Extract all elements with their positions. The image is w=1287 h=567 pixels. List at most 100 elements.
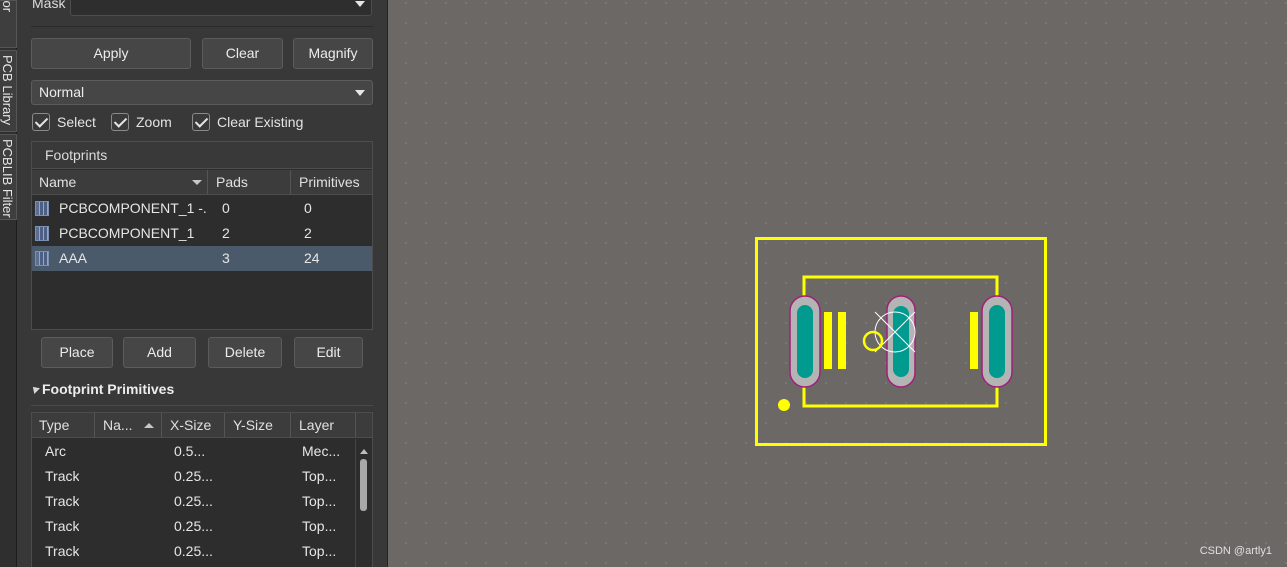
zoom-checkbox-label: Zoom [136, 114, 172, 130]
footprint-icon [35, 251, 49, 266]
pad-1[interactable] [789, 295, 821, 388]
primitive-x-size: 0.25... [174, 518, 213, 534]
add-button[interactable]: Add [123, 337, 196, 368]
primitive-row[interactable]: Track 0.25... Top... [32, 489, 372, 514]
silkscreen-bar [970, 312, 978, 369]
mode-select-value: Normal [39, 84, 85, 100]
side-tab-label: PCBLIB Filter [0, 139, 15, 218]
side-tab-navigator[interactable]: vigator [0, 0, 17, 48]
sort-descending-icon [192, 180, 202, 185]
select-checkbox-label: Select [57, 114, 96, 130]
chevron-down-icon [355, 90, 365, 96]
column-header-y-size[interactable]: Y-Size [226, 413, 291, 437]
footprint-name: PCBCOMPONENT_1 -... [59, 200, 207, 216]
primitive-row[interactable]: Track 0.25... Top... [32, 514, 372, 539]
clear-existing-checkbox[interactable]: Clear Existing [192, 112, 312, 132]
scrollbar-thumb[interactable] [360, 459, 367, 511]
primitive-type: Track [45, 493, 80, 509]
column-header-label: Na... [103, 417, 133, 433]
watermark: CSDN @artly1 [1199, 545, 1272, 557]
collapse-triangle-icon[interactable] [30, 384, 40, 394]
footprint-icon [35, 201, 49, 216]
footprint-primitives: 24 [304, 250, 320, 266]
column-header-label: Name [39, 174, 77, 190]
footprint-row[interactable]: PCBCOMPONENT_1 2 2 [32, 221, 372, 246]
pcb-library-panel: Mask Apply Clear Magnify Normal Select Z… [17, 0, 388, 567]
footprint-primitives: 2 [304, 225, 312, 241]
divider [31, 26, 373, 27]
primitive-layer: Mec... [302, 443, 341, 459]
checkbox-checked-icon [111, 113, 129, 131]
footprint-row-selected[interactable]: AAA 3 24 [32, 246, 372, 271]
column-header-name[interactable]: Na... [96, 413, 162, 437]
scroll-up-icon[interactable] [360, 449, 368, 454]
primitive-type: Track [45, 468, 80, 484]
footprints-section: Footprints Name Pads Primitives PCBCOMPO… [31, 141, 373, 330]
footprint-icon [35, 226, 49, 241]
silkscreen-arc [862, 330, 884, 352]
pin1-indicator-dot [778, 399, 790, 411]
footprint-name: PCBCOMPONENT_1 [59, 225, 195, 241]
column-header-type[interactable]: Type [32, 413, 95, 437]
primitive-x-size: 0.25... [174, 543, 213, 559]
primitive-type: Track [45, 518, 80, 534]
primitive-layer: Top... [302, 493, 337, 509]
footprint-name: AAA [59, 250, 88, 266]
footprints-grid-header: Name Pads Primitives [32, 170, 372, 195]
column-header-name[interactable]: Name [32, 170, 208, 194]
chevron-down-icon [355, 1, 365, 7]
mode-select[interactable]: Normal [31, 80, 373, 105]
primitives-grid-header: Type Na... X-Size Y-Size Layer [32, 413, 372, 438]
footprint-pads: 2 [222, 225, 230, 241]
column-header-layer[interactable]: Layer [292, 413, 356, 437]
mask-combobox[interactable] [70, 0, 372, 16]
primitive-x-size: 0.5... [174, 443, 206, 459]
column-header-x-size[interactable]: X-Size [163, 413, 225, 437]
select-checkbox[interactable]: Select [32, 112, 102, 132]
side-tab-label: PCB Library [0, 55, 15, 126]
footprint-pads: 0 [222, 200, 230, 216]
footprint-pads: 3 [222, 250, 230, 266]
magnify-button[interactable]: Magnify [293, 38, 373, 69]
primitive-layer: Top... [302, 543, 337, 559]
mask-label: Mask [32, 0, 66, 11]
footprint-primitives-title: Footprint Primitives [42, 381, 175, 397]
side-tab-label: vigator [0, 1, 15, 12]
pad-3[interactable] [981, 295, 1013, 388]
sort-ascending-icon [144, 423, 154, 428]
apply-button[interactable]: Apply [31, 38, 191, 69]
side-tab-pcblib-filter[interactable]: PCBLIB Filter [0, 134, 17, 220]
silkscreen-bar [838, 312, 846, 369]
primitive-row[interactable]: Track 0.25... Top... [32, 464, 372, 489]
footprint-drawing [755, 237, 1047, 446]
side-tab-strip: vigator PCB Library PCBLIB Filter [0, 0, 17, 567]
primitive-layer: Top... [302, 468, 337, 484]
edit-button[interactable]: Edit [294, 337, 363, 368]
clear-existing-checkbox-label: Clear Existing [217, 114, 304, 130]
side-tab-pcb-library[interactable]: PCB Library [0, 50, 17, 132]
column-header-primitives[interactable]: Primitives [292, 170, 374, 194]
primitive-row[interactable]: Arc 0.5... Mec... [32, 439, 372, 464]
primitive-row[interactable]: Track 0.25... Top... [32, 539, 372, 564]
primitive-x-size: 0.25... [174, 468, 213, 484]
clear-button[interactable]: Clear [202, 38, 283, 69]
primitive-type: Track [45, 543, 80, 559]
footprint-primitives: 0 [304, 200, 312, 216]
checkbox-checked-icon [32, 113, 50, 131]
pcb-canvas[interactable]: CSDN @artly1 [389, 0, 1287, 567]
primitive-layer: Top... [302, 518, 337, 534]
checkbox-checked-icon [192, 113, 210, 131]
footprints-title: Footprints [32, 142, 372, 169]
footprint-row[interactable]: PCBCOMPONENT_1 -... 0 0 [32, 196, 372, 221]
silkscreen-bar [824, 312, 832, 369]
column-header-pads[interactable]: Pads [209, 170, 291, 194]
primitive-x-size: 0.25... [174, 493, 213, 509]
primitives-scrollbar[interactable] [355, 439, 372, 567]
delete-button[interactable]: Delete [208, 337, 282, 368]
zoom-checkbox[interactable]: Zoom [111, 112, 181, 132]
pad-2[interactable] [886, 295, 916, 388]
place-button[interactable]: Place [41, 337, 113, 368]
primitive-type: Arc [45, 443, 66, 459]
divider [31, 405, 373, 406]
primitives-section: Type Na... X-Size Y-Size Layer Arc 0.5..… [31, 412, 373, 567]
